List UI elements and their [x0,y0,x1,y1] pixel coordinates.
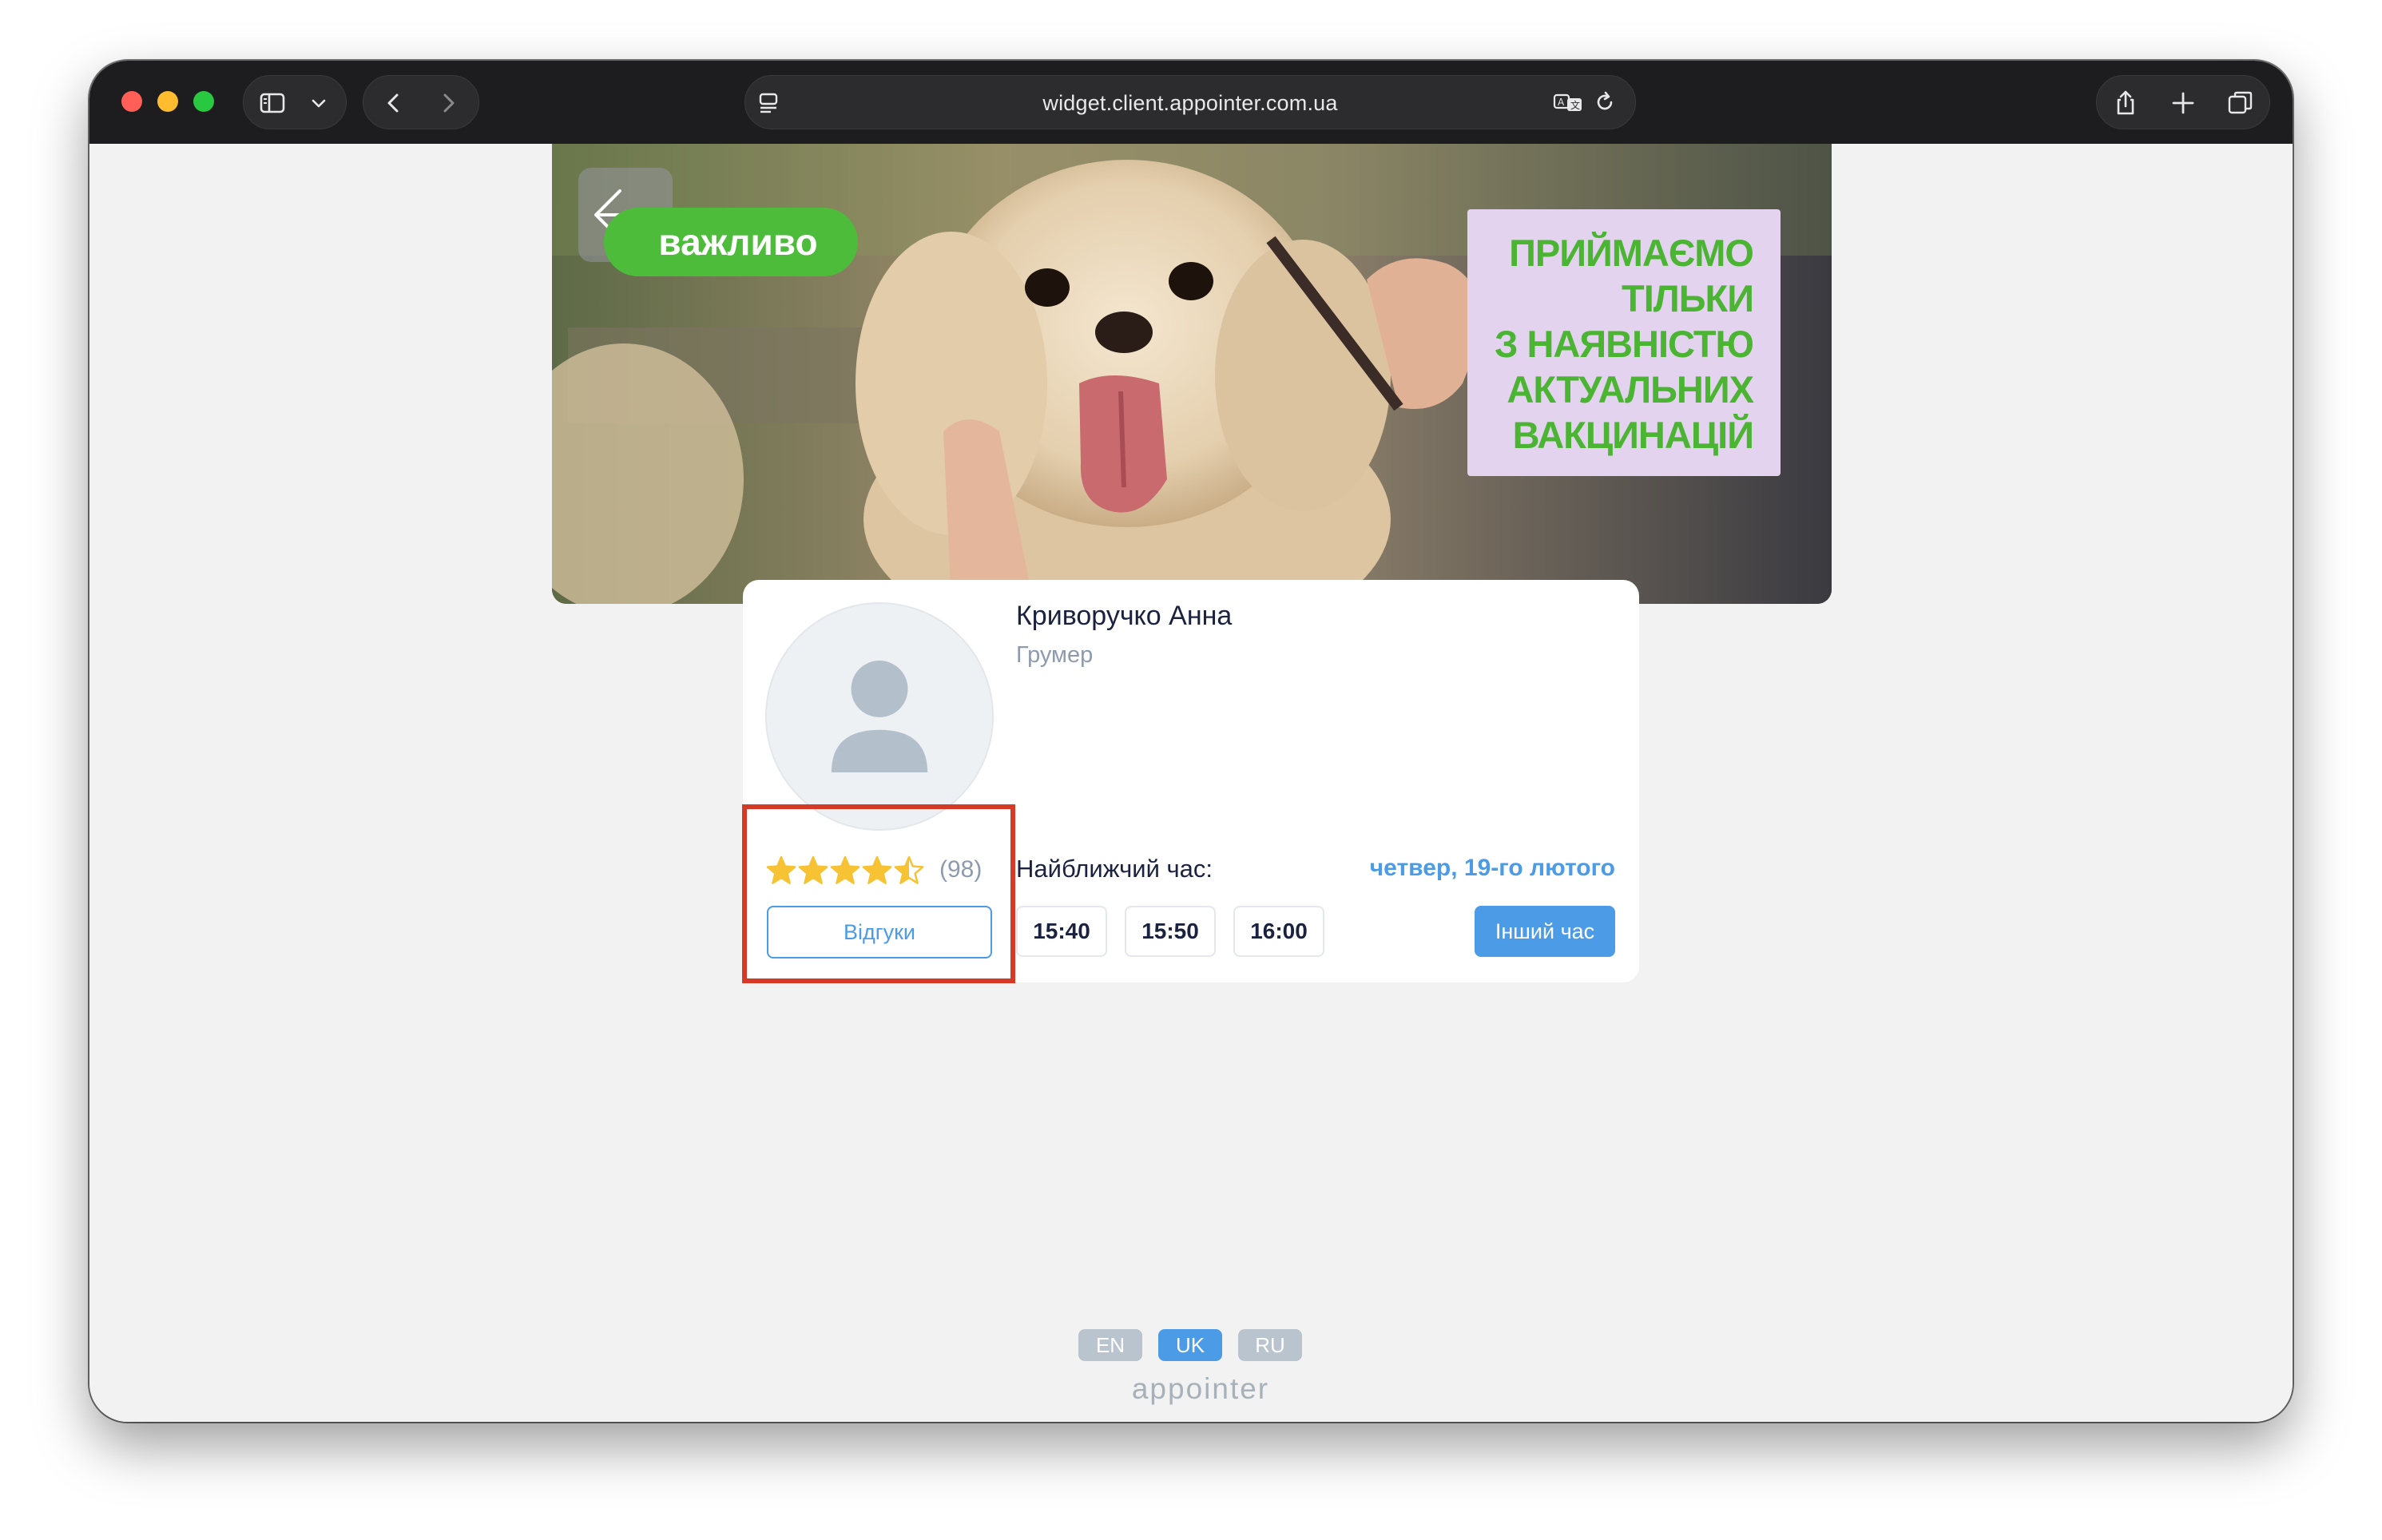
share-icon[interactable] [2111,89,2140,117]
appointer-logo[interactable]: appointer [1101,1372,1300,1406]
notice-line: З НАЯВНІСТЮ [1494,323,1754,365]
notice-line: ПРИЙМАЄМО [1509,232,1754,274]
zoom-window-button[interactable] [193,91,214,112]
reload-icon[interactable] [1590,88,1619,117]
svg-text:A: A [1558,97,1565,108]
new-tab-icon[interactable] [2169,89,2197,117]
forward-icon[interactable] [434,89,463,117]
browser-window: widget.client.appointer.com.ua A文 важлив… [89,61,2293,1422]
translate-icon[interactable]: A文 [1552,88,1584,117]
page-content: важливо ПРИЙМАЄМО ТІЛЬКИ З НАЯВНІСТЮ АКТ… [89,144,2293,1422]
employee-name: Криворучко Анна [1016,601,1233,631]
notice-line: АКТУАЛЬНИХ [1507,368,1754,411]
other-time-button[interactable]: Інший час [1475,906,1615,957]
back-icon[interactable] [379,89,408,117]
tabs-overview-icon[interactable] [2226,89,2255,117]
nearest-time-label: Найближчий час: [1016,855,1213,883]
chevron-down-icon[interactable] [308,89,330,117]
employee-role: Грумер [1016,642,1094,668]
vaccination-notice: ПРИЙМАЄМО ТІЛЬКИ З НАЯВНІСТЮ АКТУАЛЬНИХ … [1467,209,1781,476]
window-actions-group [2096,75,2270,129]
highlight-box [742,804,1015,983]
time-slot-button[interactable]: 16:00 [1233,906,1324,957]
browser-toolbar: widget.client.appointer.com.ua A文 [89,61,2293,144]
language-ru-button[interactable]: RU [1238,1329,1302,1361]
address-bar[interactable]: widget.client.appointer.com.ua A文 [744,75,1636,129]
nearest-date-link[interactable]: четвер, 19-го лютого [1370,855,1615,882]
time-slot-button[interactable]: 15:40 [1016,906,1107,957]
svg-text:文: 文 [1570,99,1580,111]
user-placeholder-icon [831,660,928,773]
avatar [765,602,994,831]
history-nav-group [363,75,479,129]
language-en-button[interactable]: EN [1078,1329,1142,1361]
close-window-button[interactable] [121,91,142,112]
notice-line: ВАКЦИНАЦІЙ [1512,414,1754,456]
important-badge: важливо [604,208,858,276]
sidebar-icon[interactable] [258,89,287,117]
notice-line: ТІЛЬКИ [1622,277,1754,320]
sidebar-toggle-group[interactable] [243,75,347,129]
minimize-window-button[interactable] [157,91,178,112]
time-slot-button[interactable]: 15:50 [1125,906,1216,957]
language-uk-button[interactable]: UK [1158,1329,1222,1361]
url-text[interactable]: widget.client.appointer.com.ua [745,91,1635,116]
